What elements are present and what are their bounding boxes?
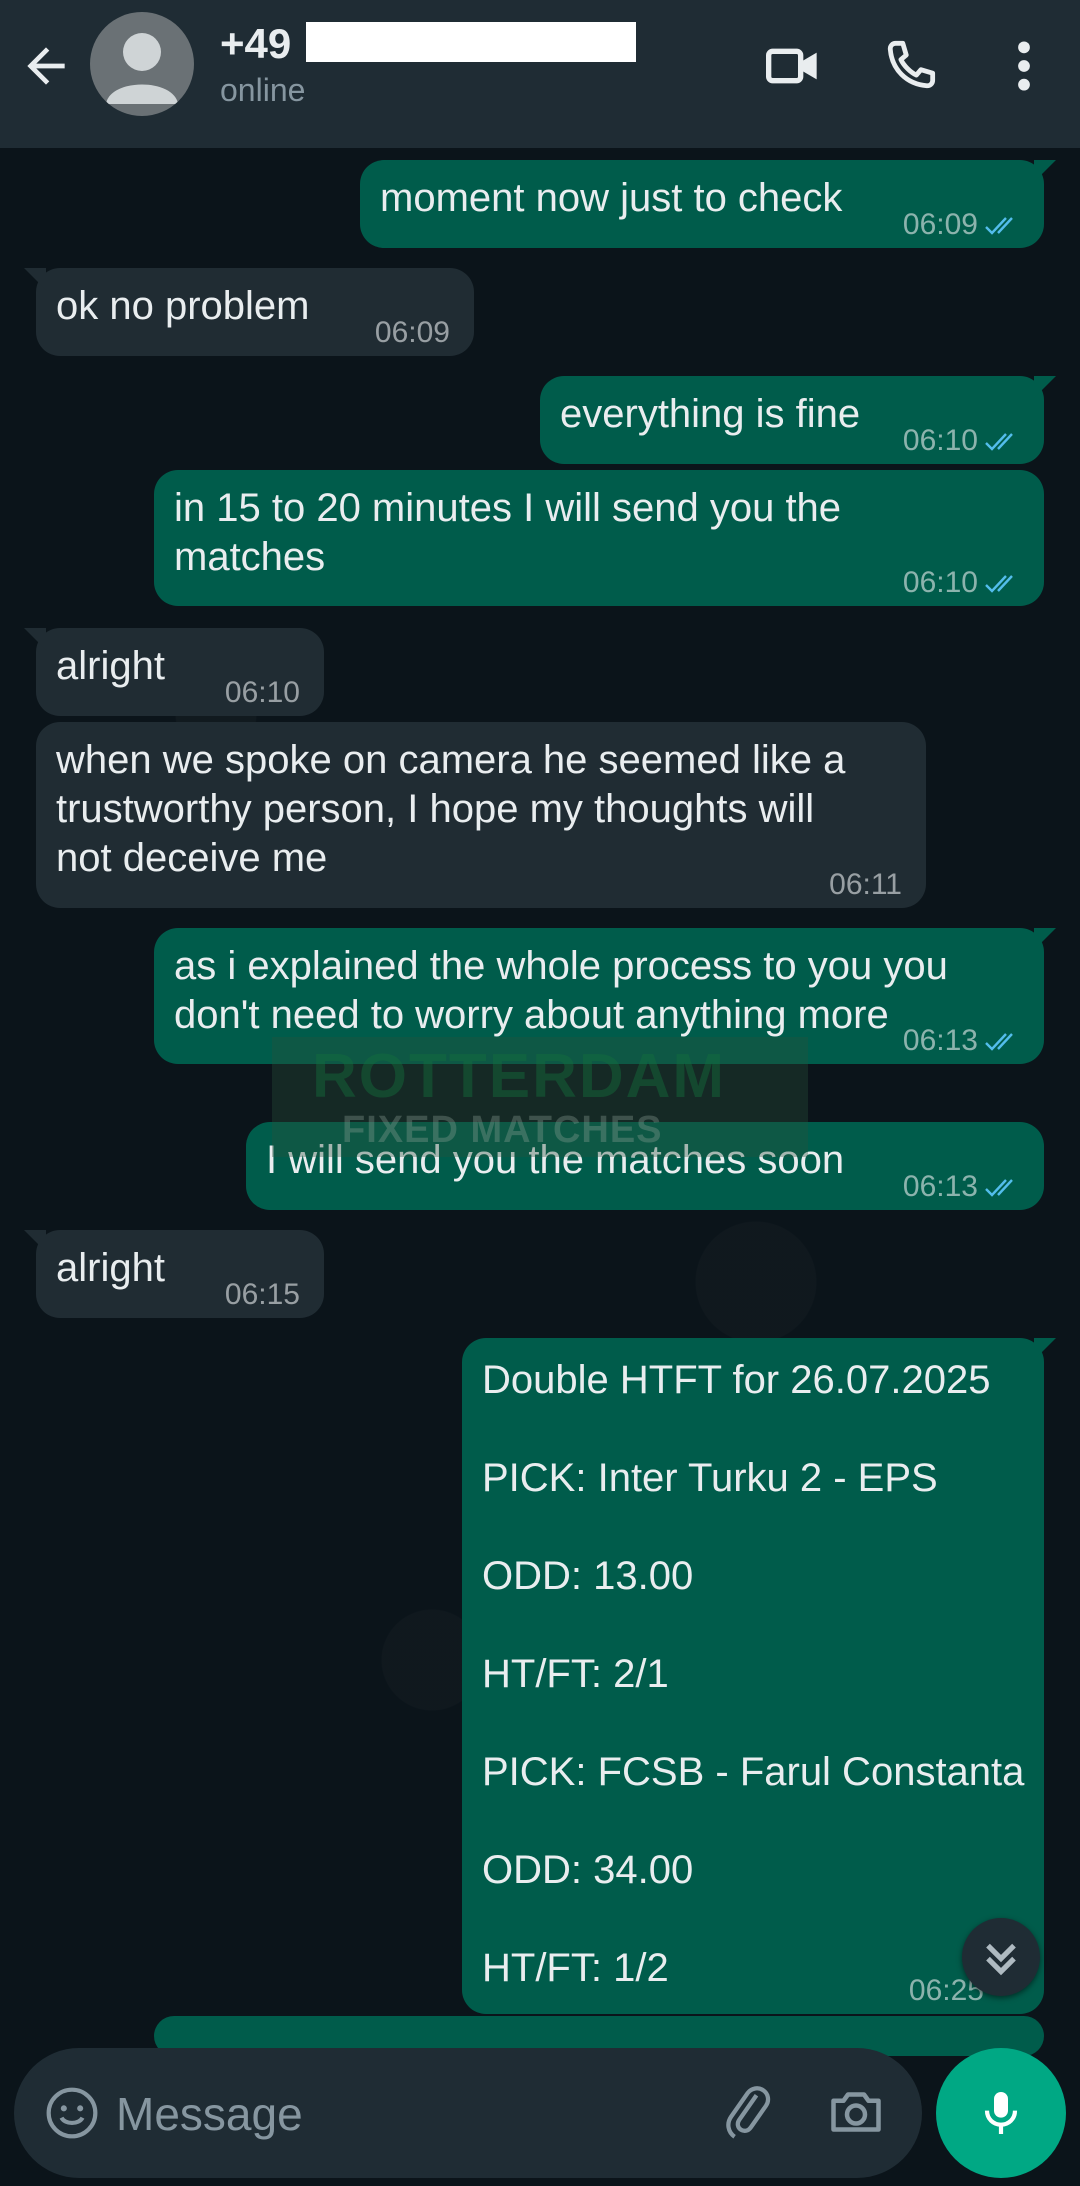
emoji-icon[interactable] [44, 2085, 100, 2141]
contact-name[interactable]: +49 [220, 20, 291, 68]
attach-icon[interactable] [718, 2082, 778, 2142]
incoming-message[interactable]: ok no problem 06:09 [24, 268, 474, 356]
mic-icon [984, 2092, 1018, 2134]
back-arrow-icon[interactable] [18, 38, 74, 94]
bubble-tail [1034, 376, 1056, 398]
message-text: I will send you the matches soon [266, 1138, 845, 1182]
message-text: alright [56, 644, 165, 688]
message-text: everything is fine [560, 392, 861, 436]
message-text: ok no problem [56, 284, 310, 328]
message-time: 06:15 [224, 1278, 300, 1311]
scroll-down-icon [986, 1943, 1016, 1976]
outgoing-message[interactable]: as i explained the whole process to you … [154, 928, 1056, 1065]
read-receipt-icon [985, 1179, 1013, 1197]
message-meta: 06:10 [903, 416, 1024, 465]
redacted-name-box [306, 22, 636, 62]
message-input[interactable] [114, 2076, 698, 2152]
bubble-tail [24, 268, 46, 290]
outgoing-message[interactable]: Double HTFT for 26.07.2025 PICK: Inter T… [462, 1338, 1056, 2014]
voice-message-button[interactable] [936, 2048, 1066, 2178]
bubble-tail [24, 628, 46, 650]
message-text: alright [56, 1246, 165, 1290]
message-meta: 06:09 [903, 200, 1024, 249]
bubble-tail [1034, 1338, 1056, 1360]
chat-area[interactable]: moment now just to check 06:09 ok no pro… [0, 148, 1080, 2056]
video-call-icon[interactable] [762, 34, 826, 98]
message-time: 06:10 [224, 676, 300, 709]
message-text: Double HTFT for 26.07.2025 PICK: Inter T… [482, 1358, 1025, 1990]
read-receipt-icon [985, 1033, 1013, 1051]
message-time: 06:13 [902, 1024, 978, 1057]
message-meta: 06:13 [903, 1162, 1024, 1211]
avatar[interactable] [90, 12, 194, 116]
outgoing-message[interactable]: everything is fine 06:10 [540, 376, 1056, 465]
message-text: in 15 to 20 minutes I will send you the … [174, 486, 842, 579]
incoming-message[interactable]: alright 06:15 [24, 1230, 324, 1318]
message-meta: 06:13 [903, 1016, 1024, 1065]
read-receipt-icon [985, 575, 1013, 593]
camera-icon[interactable] [826, 2082, 886, 2142]
outgoing-message[interactable]: I will send you the matches soon 06:13 [246, 1122, 1044, 1210]
message-time: 06:09 [902, 208, 978, 241]
message-time: 06:13 [902, 1170, 978, 1203]
message-time: 06:09 [374, 316, 450, 349]
message-time: 06:11 [829, 868, 902, 901]
incoming-message[interactable]: alright 06:10 [24, 628, 324, 716]
message-text: moment now just to check [380, 176, 843, 220]
scroll-to-bottom-button[interactable] [962, 1918, 1040, 1996]
read-receipt-icon [985, 433, 1013, 451]
outgoing-message[interactable]: in 15 to 20 minutes I will send you the … [154, 470, 1044, 606]
phone-call-icon[interactable] [878, 34, 942, 98]
message-time: 06:10 [902, 566, 978, 599]
outgoing-message[interactable]: moment now just to check 06:09 [360, 160, 1056, 249]
read-receipt-icon [985, 217, 1013, 235]
bubble-tail [24, 1230, 46, 1252]
incoming-message[interactable]: when we spoke on camera he seemed like a… [36, 722, 926, 908]
bubble-tail [1034, 160, 1056, 182]
bubble-tail [1034, 928, 1056, 950]
message-text: when we spoke on camera he seemed like a… [56, 738, 846, 880]
contact-status: online [220, 72, 306, 108]
message-composer [14, 2048, 922, 2178]
message-meta: 06:10 [903, 558, 1024, 607]
chat-header: +49 online [0, 0, 1080, 148]
more-vert-icon[interactable] [1008, 34, 1040, 98]
message-text: as i explained the whole process to you … [174, 944, 948, 1037]
message-time: 06:10 [902, 424, 978, 457]
